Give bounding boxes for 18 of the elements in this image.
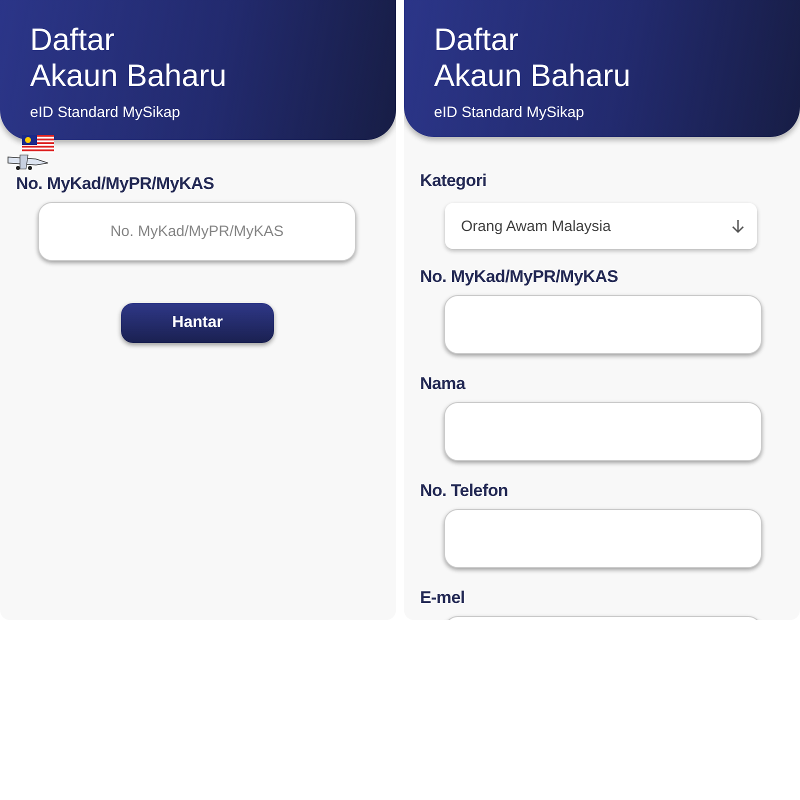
- field-label: Kategori: [420, 171, 487, 191]
- arrow-down-icon: [729, 217, 747, 235]
- page-title: Daftar Akaun Baharu: [30, 22, 228, 94]
- input-field[interactable]: No. MyKad/MyPR/MyKAS: [38, 202, 356, 261]
- input-field[interactable]: [444, 402, 762, 461]
- page-subtitle: eID Standard MySikap: [434, 104, 584, 121]
- page-subtitle: eID Standard MySikap: [30, 104, 180, 121]
- field-label: No. MyKad/MyPR/MyKAS: [16, 174, 214, 194]
- field-label: No. Telefon: [420, 481, 508, 501]
- category-select[interactable]: Orang Awam Malaysia: [445, 203, 757, 249]
- field-label: No. MyKad/MyPR/MyKAS: [420, 267, 618, 287]
- flag-plane-drawing: [6, 133, 56, 173]
- field-label: E-mel: [420, 588, 465, 608]
- input-field[interactable]: [444, 509, 762, 568]
- submit-button[interactable]: Hantar: [121, 303, 274, 343]
- page-title: Daftar Akaun Baharu: [434, 22, 632, 94]
- input-field[interactable]: [444, 295, 762, 354]
- field-label: Nama: [420, 374, 466, 394]
